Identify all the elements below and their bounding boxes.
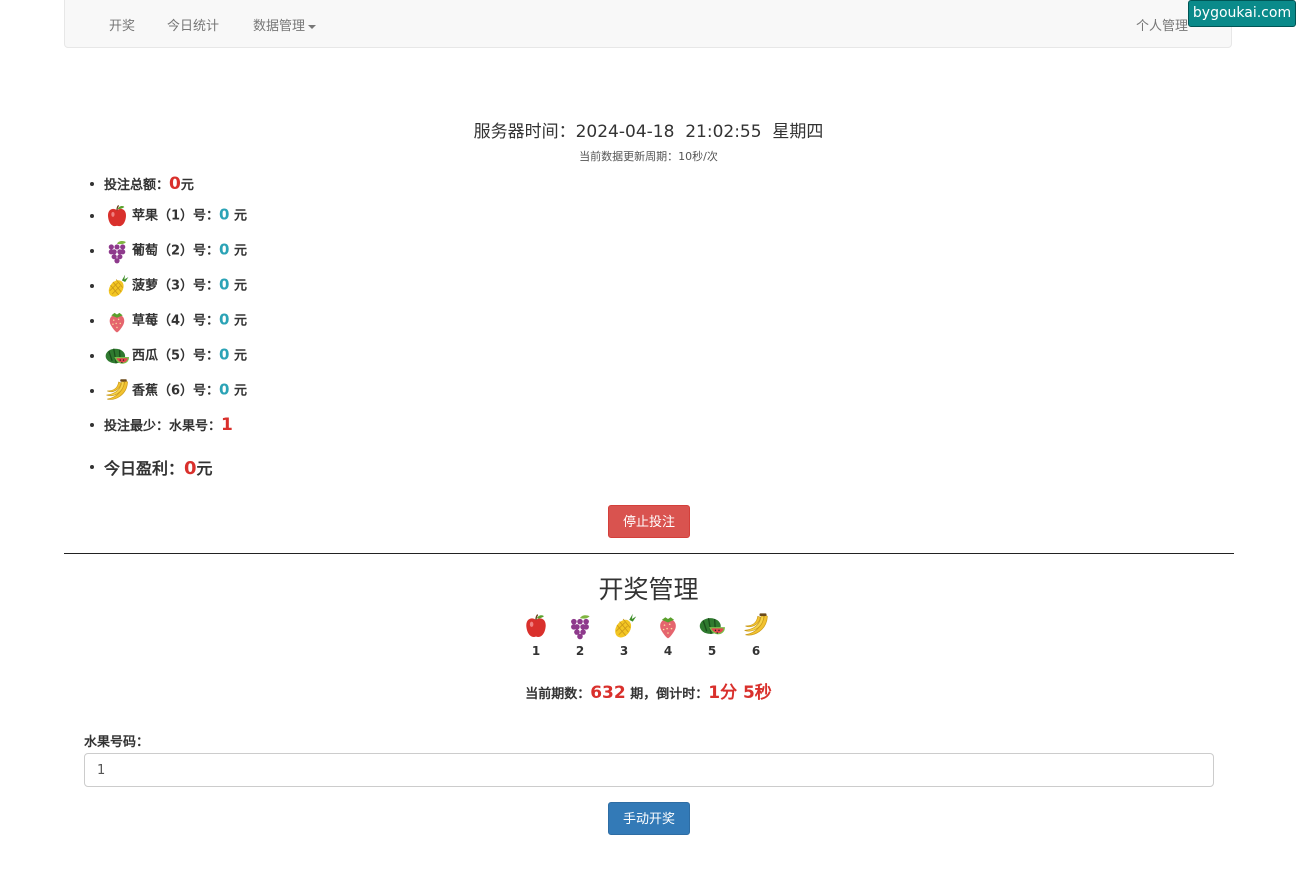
total-bet-unit: 元 bbox=[180, 178, 194, 193]
period-suffix: 期，倒计时： bbox=[625, 687, 709, 702]
fruit-bet-label: 葡萄（2）号： bbox=[132, 243, 220, 259]
caret-down-icon bbox=[308, 24, 317, 29]
fruit-bet-value: 0 bbox=[219, 205, 230, 224]
draw-fruit-option[interactable]: 5 bbox=[690, 612, 734, 658]
watermark-label: bygoukai.com bbox=[1188, 0, 1296, 27]
fruit-bet-label: 西瓜（5）号： bbox=[132, 348, 220, 364]
nav-item-personal-management[interactable]: 个人管理 bbox=[1136, 15, 1188, 34]
period-label: 当前期数： bbox=[525, 687, 591, 702]
min-bet-item: 投注最少：水果号：1 bbox=[90, 415, 233, 435]
fruit-bet-label: 草莓（4）号： bbox=[132, 313, 220, 329]
banana-icon bbox=[742, 612, 770, 640]
apple-icon bbox=[104, 203, 130, 229]
refresh-note: 当前数据更新周期：10秒/次 bbox=[579, 150, 718, 163]
fruit-bet-unit: 元 bbox=[229, 243, 248, 259]
strawberry-icon bbox=[104, 308, 130, 334]
period-countdown: 当前期数：632 期，倒计时：1分 5秒 bbox=[0, 678, 1297, 703]
draw-fruit-option[interactable]: 4 bbox=[646, 612, 690, 658]
draw-fruit-number: 2 bbox=[575, 644, 585, 658]
draw-fruit-option[interactable]: 3 bbox=[602, 612, 646, 658]
watermelon-icon bbox=[104, 343, 130, 369]
fruit-bet-unit: 元 bbox=[229, 208, 248, 224]
today-profit-label: 今日盈利： bbox=[104, 459, 185, 478]
draw-fruit-number: 4 bbox=[663, 644, 673, 658]
apple-icon bbox=[522, 612, 550, 640]
today-profit-value: 0 bbox=[184, 458, 197, 479]
fruit-bet-unit: 元 bbox=[229, 348, 248, 364]
strawberry-icon bbox=[654, 612, 682, 640]
server-time-label: 服务器时间： bbox=[473, 122, 576, 142]
draw-fruit-number: 5 bbox=[707, 644, 717, 658]
period-value: 632 bbox=[590, 683, 626, 703]
grape-icon bbox=[104, 238, 130, 264]
fruit-bet-item: 香蕉（6）号：0 元 bbox=[89, 378, 248, 404]
draw-fruit-option[interactable]: 6 bbox=[734, 612, 778, 658]
draw-fruit-number: 1 bbox=[531, 644, 541, 658]
fruit-bet-unit: 元 bbox=[229, 313, 248, 329]
min-bet-value: 1 bbox=[221, 415, 233, 435]
draw-management-title: 开奖管理 bbox=[598, 575, 699, 604]
draw-fruit-number: 3 bbox=[619, 644, 629, 658]
fruit-bet-item: 苹果（1）号：0 元 bbox=[89, 203, 248, 229]
pineapple-icon bbox=[104, 273, 130, 299]
nav-item-today-stats[interactable]: 今日统计 bbox=[167, 15, 219, 34]
fruit-bet-unit: 元 bbox=[229, 383, 248, 399]
fruit-number-input[interactable] bbox=[84, 753, 1214, 787]
banana-icon bbox=[104, 378, 130, 404]
today-profit-unit: 元 bbox=[196, 459, 213, 478]
grape-icon bbox=[566, 612, 594, 640]
draw-fruit-number: 6 bbox=[751, 644, 761, 658]
nav-item-data-management[interactable]: 数据管理 bbox=[253, 15, 317, 34]
draw-fruit-option[interactable]: 2 bbox=[558, 612, 602, 658]
nav-item-draw[interactable]: 开奖 bbox=[109, 15, 135, 34]
countdown-value: 1分 5秒 bbox=[708, 683, 772, 703]
fruit-bet-value: 0 bbox=[219, 345, 230, 364]
total-bet-value: 0 bbox=[169, 174, 181, 194]
nav-item-data-management-label: 数据管理 bbox=[253, 19, 306, 34]
fruit-bet-value: 0 bbox=[219, 310, 230, 329]
fruit-bet-item: 葡萄（2）号：0 元 bbox=[89, 238, 248, 264]
total-bet-item: 投注总额：0元 bbox=[90, 174, 194, 194]
fruit-bet-value: 0 bbox=[219, 275, 230, 294]
fruit-bet-label: 苹果（1）号： bbox=[132, 208, 220, 224]
fruit-bet-label: 香蕉（6）号： bbox=[132, 383, 220, 399]
total-bet-label: 投注总额： bbox=[104, 178, 170, 193]
fruit-bet-item: 西瓜（5）号：0 元 bbox=[89, 343, 248, 369]
navbar: 开奖 今日统计 数据管理 个人管理 bbox=[64, 0, 1232, 48]
watermelon-icon bbox=[698, 612, 726, 640]
fruit-bet-unit: 元 bbox=[229, 278, 248, 294]
fruit-bet-item: 草莓（4）号：0 元 bbox=[89, 308, 248, 334]
fruit-bet-value: 0 bbox=[219, 380, 230, 399]
server-time-value: 2024-04-18 21:02:55 星期四 bbox=[575, 122, 824, 142]
server-time: 服务器时间：2024-04-18 21:02:55 星期四 bbox=[0, 117, 1297, 142]
stop-betting-button[interactable]: 停止投注 bbox=[608, 505, 690, 538]
fruit-bet-label: 菠萝（3）号： bbox=[132, 278, 220, 294]
fruit-number-label: 水果号码： bbox=[84, 735, 150, 750]
draw-fruit-option[interactable]: 1 bbox=[514, 612, 558, 658]
today-profit-item: 今日盈利：0元 bbox=[90, 455, 213, 479]
section-divider bbox=[64, 553, 1234, 554]
pineapple-icon bbox=[610, 612, 638, 640]
fruit-bet-value: 0 bbox=[219, 240, 230, 259]
min-bet-label: 投注最少：水果号： bbox=[104, 419, 222, 434]
fruit-bet-item: 菠萝（3）号：0 元 bbox=[89, 273, 248, 299]
manual-draw-button[interactable]: 手动开奖 bbox=[608, 802, 690, 835]
